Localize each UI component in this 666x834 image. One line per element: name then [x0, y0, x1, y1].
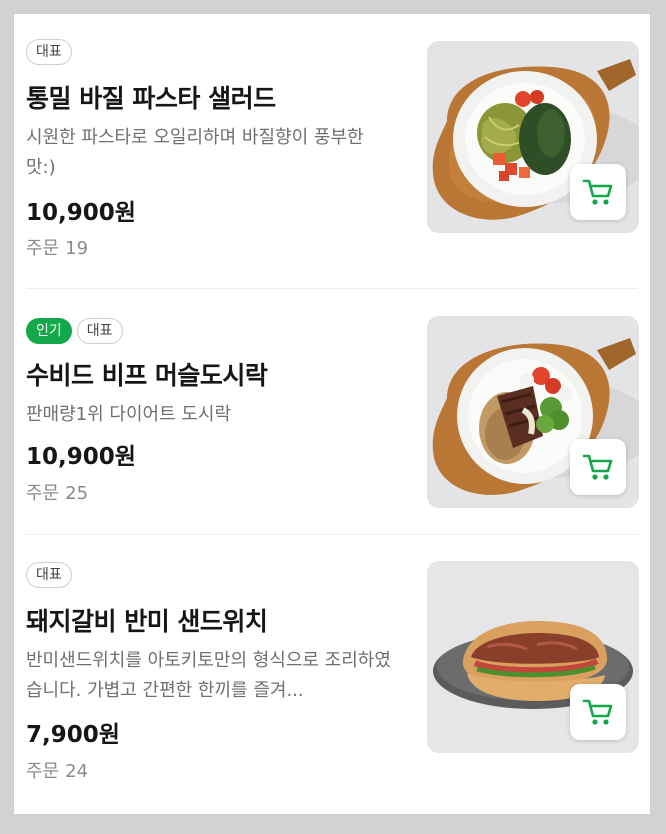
badge-signature: 대표 [26, 39, 72, 65]
basil-pasta-salad-photo[interactable] [427, 41, 639, 233]
sous-vide-beef-bowl-photo[interactable] [427, 316, 639, 508]
badge-signature: 대표 [26, 562, 72, 588]
order-count-label: 주문 [26, 483, 60, 504]
cart-icon [582, 699, 613, 725]
menu-item-price: 7,900원 [26, 722, 120, 748]
cart-icon [582, 179, 613, 205]
menu-item-description: 시원한 파스타로 오일리하며 바질향이 풍부한 맛:) [26, 127, 364, 178]
menu-item-sous-vide-beef[interactable]: 인기 대표 수비드 비프 머슬도시락 판매량1위 다이어트 도시락 10,900… [14, 289, 650, 534]
menu-item-pork-banh-mi[interactable]: 대표 돼지갈비 반미 샌드위치 반미샌드위치를 아토키토만의 형식으로 조리하였… [14, 535, 650, 814]
menu-item-description: 판매량1위 다이어트 도시락 [26, 404, 232, 425]
menu-list: 대표 통밀 바질 파스타 샐러드 시원한 파스타로 오일리하며 바질향이 풍부한… [14, 14, 650, 814]
pork-banh-mi-sandwich-photo[interactable] [427, 561, 639, 753]
badge-popular: 인기 [26, 318, 72, 344]
badge-signature: 대표 [76, 318, 123, 344]
order-count-value: 25 [65, 483, 89, 504]
order-count-value: 19 [65, 238, 89, 259]
badge-group: 대표 [26, 562, 72, 588]
order-count: 주문 25 [26, 479, 94, 505]
order-count: 주문 19 [26, 234, 94, 260]
order-count-value: 24 [65, 761, 89, 782]
order-count: 주문 24 [26, 757, 94, 783]
cart-icon [582, 454, 613, 480]
menu-item-title: 통밀 바질 파스타 샐러드 [26, 84, 276, 113]
menu-item-price: 10,900원 [26, 200, 136, 226]
badge-group: 대표 [26, 39, 72, 65]
order-count-label: 주문 [26, 761, 60, 782]
menu-item-basil-pasta-salad[interactable]: 대표 통밀 바질 파스타 샐러드 시원한 파스타로 오일리하며 바질향이 풍부한… [14, 14, 650, 288]
menu-item-price: 10,900원 [26, 444, 136, 470]
badge-group: 인기 대표 [26, 318, 123, 344]
menu-item-title: 수비드 비프 머슬도시락 [26, 361, 268, 390]
add-to-cart-button[interactable] [570, 684, 626, 740]
add-to-cart-button[interactable] [570, 164, 626, 220]
menu-item-description: 반미샌드위치를 아토키토만의 형식으로 조리하였습니다. 가볍고 간편한 한끼를… [26, 650, 391, 701]
menu-item-title: 돼지갈비 반미 샌드위치 [26, 607, 268, 636]
order-count-label: 주문 [26, 238, 60, 259]
add-to-cart-button[interactable] [570, 439, 626, 495]
